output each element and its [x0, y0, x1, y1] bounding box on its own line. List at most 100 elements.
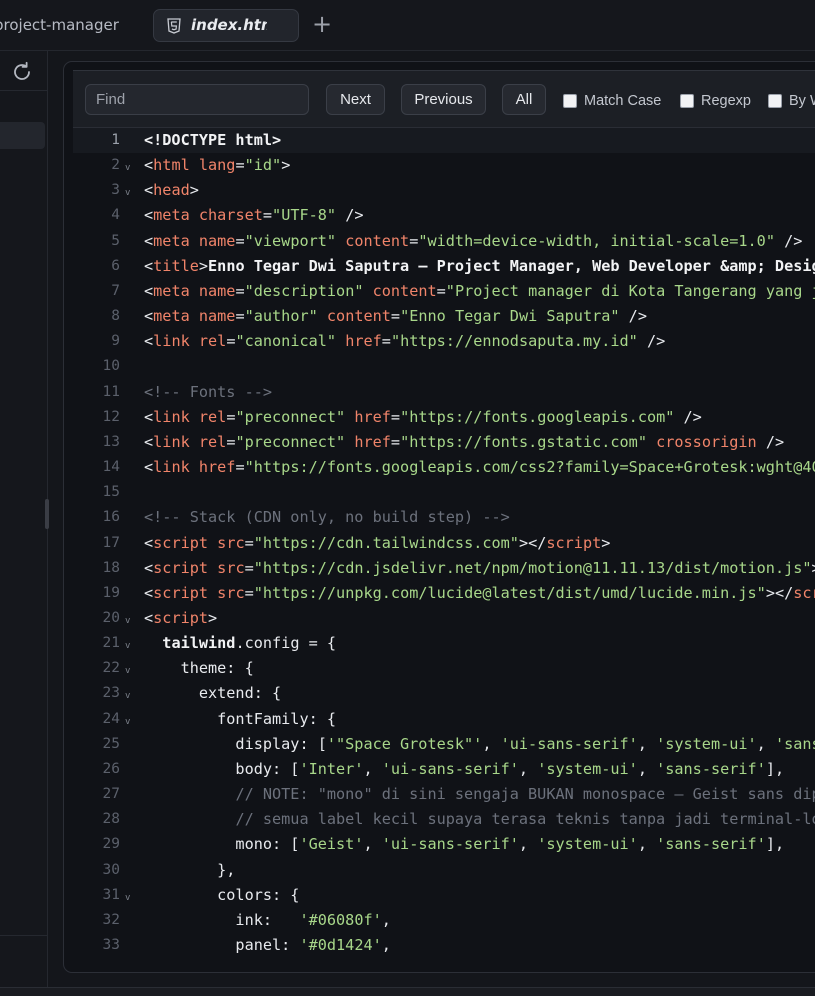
code-line[interactable]: 6 <title>Enno Tegar Dwi Saputra — Project…: [73, 254, 815, 279]
code-line[interactable]: 5 <meta name="viewport" content="width=de…: [73, 229, 815, 254]
code-token: charset: [189, 206, 263, 225]
code-line[interactable]: 25 display: ['"Space Grotesk"', 'ui-sans…: [73, 732, 815, 757]
code-line[interactable]: 8 <meta name="author" content="Enno Tegar…: [73, 304, 815, 329]
code-token: 'system-ui': [656, 734, 757, 753]
new-tab-button[interactable]: +: [311, 12, 333, 36]
code-line[interactable]: 14 <link href="https://fonts.googleapis.c…: [73, 455, 815, 480]
code-token: "author": [244, 307, 318, 326]
code-text: body: ['Inter', 'ui-sans-serif', 'system…: [144, 757, 784, 782]
line-number: 19: [102, 584, 120, 601]
code-line[interactable]: 32 ink: '#06080f',: [73, 908, 815, 933]
code-token: "id": [244, 156, 282, 175]
code-token: crossorigin: [646, 432, 757, 451]
code-token: <: [144, 256, 154, 275]
code-token: =: [409, 231, 419, 250]
project-name[interactable]: project-manager: [0, 0, 119, 50]
refresh-icon[interactable]: [11, 61, 33, 83]
tab-index-html[interactable]: index.html: [153, 9, 299, 42]
code-line[interactable]: 12 <link rel="preconnect" href="https://f…: [73, 405, 815, 430]
line-number: 31: [102, 886, 120, 903]
code-token: ink:: [144, 910, 300, 929]
code-text: },: [144, 858, 235, 883]
code-token: rel: [189, 432, 227, 451]
code-token: <: [144, 608, 154, 627]
by-word-checkbox[interactable]: By Word: [768, 90, 815, 109]
code-line[interactable]: 24 v fontFamily: {: [73, 707, 815, 732]
code-line[interactable]: 3 v <head>: [73, 178, 815, 203]
code-token: // NOTE: "mono" di sini sengaja BUKAN mo…: [235, 785, 815, 804]
code-token: "https://fonts.googleapis.com/css2?famil…: [244, 458, 815, 477]
sidebar-selected-item[interactable]: [0, 122, 45, 149]
code-token: =: [381, 332, 391, 351]
code-token: ,: [363, 759, 382, 778]
code-text: <meta name="viewport" content="width=dev…: [144, 229, 802, 254]
code-line[interactable]: 30 },: [73, 858, 815, 883]
code-text: theme: {: [144, 656, 254, 681]
code-line[interactable]: 13 <link rel="preconnect" href="https://f…: [73, 430, 815, 455]
code-line[interactable]: 21 v tailwind.config = {: [73, 631, 815, 656]
code-text: <head>: [144, 178, 199, 203]
line-number: 6: [111, 257, 120, 274]
code-line[interactable]: 16 <!-- Stack (CDN only, no build step) -…: [73, 505, 815, 530]
code-token: content: [363, 281, 437, 300]
code-line[interactable]: 11 <!-- Fonts -->: [73, 380, 815, 405]
code-token: 'Inter': [299, 759, 364, 778]
regexp-label: Regexp: [701, 92, 751, 109]
code-line[interactable]: 27 // NOTE: "mono" di sini sengaja BUKAN…: [73, 782, 815, 807]
code-token: head: [153, 181, 190, 200]
code-line[interactable]: 20 v <script>: [73, 606, 815, 631]
line-number: 15: [102, 484, 120, 501]
code-line[interactable]: 26 body: ['Inter', 'ui-sans-serif', 'sys…: [73, 757, 815, 782]
code-token: =: [235, 458, 245, 477]
code-token: <!-- Stack (CDN only, no build step) -->: [144, 508, 510, 527]
code-line[interactable]: 10: [73, 354, 815, 379]
code-line[interactable]: 22 v theme: {: [73, 656, 815, 681]
code-line[interactable]: 1 <!DOCTYPE html>: [73, 128, 815, 154]
code-text: // NOTE: "mono" di sini sengaja BUKAN mo…: [144, 782, 815, 807]
code-line[interactable]: 33 panel: '#0d1424',: [73, 933, 815, 958]
html5-icon: [167, 18, 181, 34]
code-line[interactable]: 17 <script src="https://cdn.tailwindcss.c…: [73, 531, 815, 556]
code-token: <: [144, 332, 154, 351]
code-line[interactable]: 29 mono: ['Geist', 'ui-sans-serif', 'sys…: [73, 832, 815, 857]
code-line[interactable]: 18 <script src="https://cdn.jsdelivr.net/…: [73, 556, 815, 581]
code-token: "https://cdn.jsdelivr.net/npm/motion@11.…: [253, 558, 812, 577]
code-line[interactable]: 2 v <html lang="id">: [73, 153, 815, 178]
code-token: 'ui-sans-serif': [381, 835, 519, 854]
regexp-checkbox[interactable]: Regexp: [680, 90, 751, 109]
code-line[interactable]: 23 v extend: {: [73, 681, 815, 706]
sidebar: [0, 51, 48, 995]
code-line[interactable]: 4 <meta charset="UTF-8" />: [73, 203, 815, 228]
code-line[interactable]: 19 <script src="https://unpkg.com/lucide@…: [73, 581, 815, 606]
code-line[interactable]: 7 <meta name="description" content="Proje…: [73, 279, 815, 304]
code-line[interactable]: 28 // semua label kecil supaya terasa te…: [73, 807, 815, 832]
all-button[interactable]: All: [502, 84, 546, 115]
previous-button[interactable]: Previous: [401, 84, 486, 115]
code-token: content: [317, 307, 391, 326]
code-token: "description": [244, 281, 364, 300]
regexp-box[interactable]: [680, 93, 694, 108]
next-button[interactable]: Next: [326, 84, 385, 115]
line-number: 12: [102, 408, 120, 425]
code-token: "preconnect": [235, 407, 346, 426]
code-line[interactable]: 15: [73, 480, 815, 505]
find-input[interactable]: [85, 84, 309, 115]
resize-handle[interactable]: [45, 499, 49, 529]
code-token: ></: [518, 533, 547, 552]
code-text: <!-- Stack (CDN only, no build step) -->: [144, 505, 510, 530]
match-case-checkbox[interactable]: Match Case: [563, 90, 661, 109]
code-token: theme: {: [144, 659, 254, 678]
code-token: ],: [765, 759, 785, 778]
code-token: "Enno Tegar Dwi Saputra": [400, 307, 620, 326]
code-token: 'Geist': [299, 835, 364, 854]
code-area[interactable]: 1 <!DOCTYPE html> 2 v <html lang="id"> 3 v <hea…: [73, 128, 815, 968]
by-word-box[interactable]: [768, 93, 782, 108]
code-token: mono: [: [144, 835, 300, 854]
code-token: title: [153, 256, 199, 275]
code-line[interactable]: 9 <link rel="canonical" href="https://enn…: [73, 329, 815, 354]
code-line[interactable]: 31 v colors: {: [73, 883, 815, 908]
code-token: name: [189, 231, 236, 250]
code-text: panel: '#0d1424',: [144, 933, 390, 958]
code-token: display: [: [144, 734, 327, 753]
match-case-box[interactable]: [563, 93, 577, 108]
